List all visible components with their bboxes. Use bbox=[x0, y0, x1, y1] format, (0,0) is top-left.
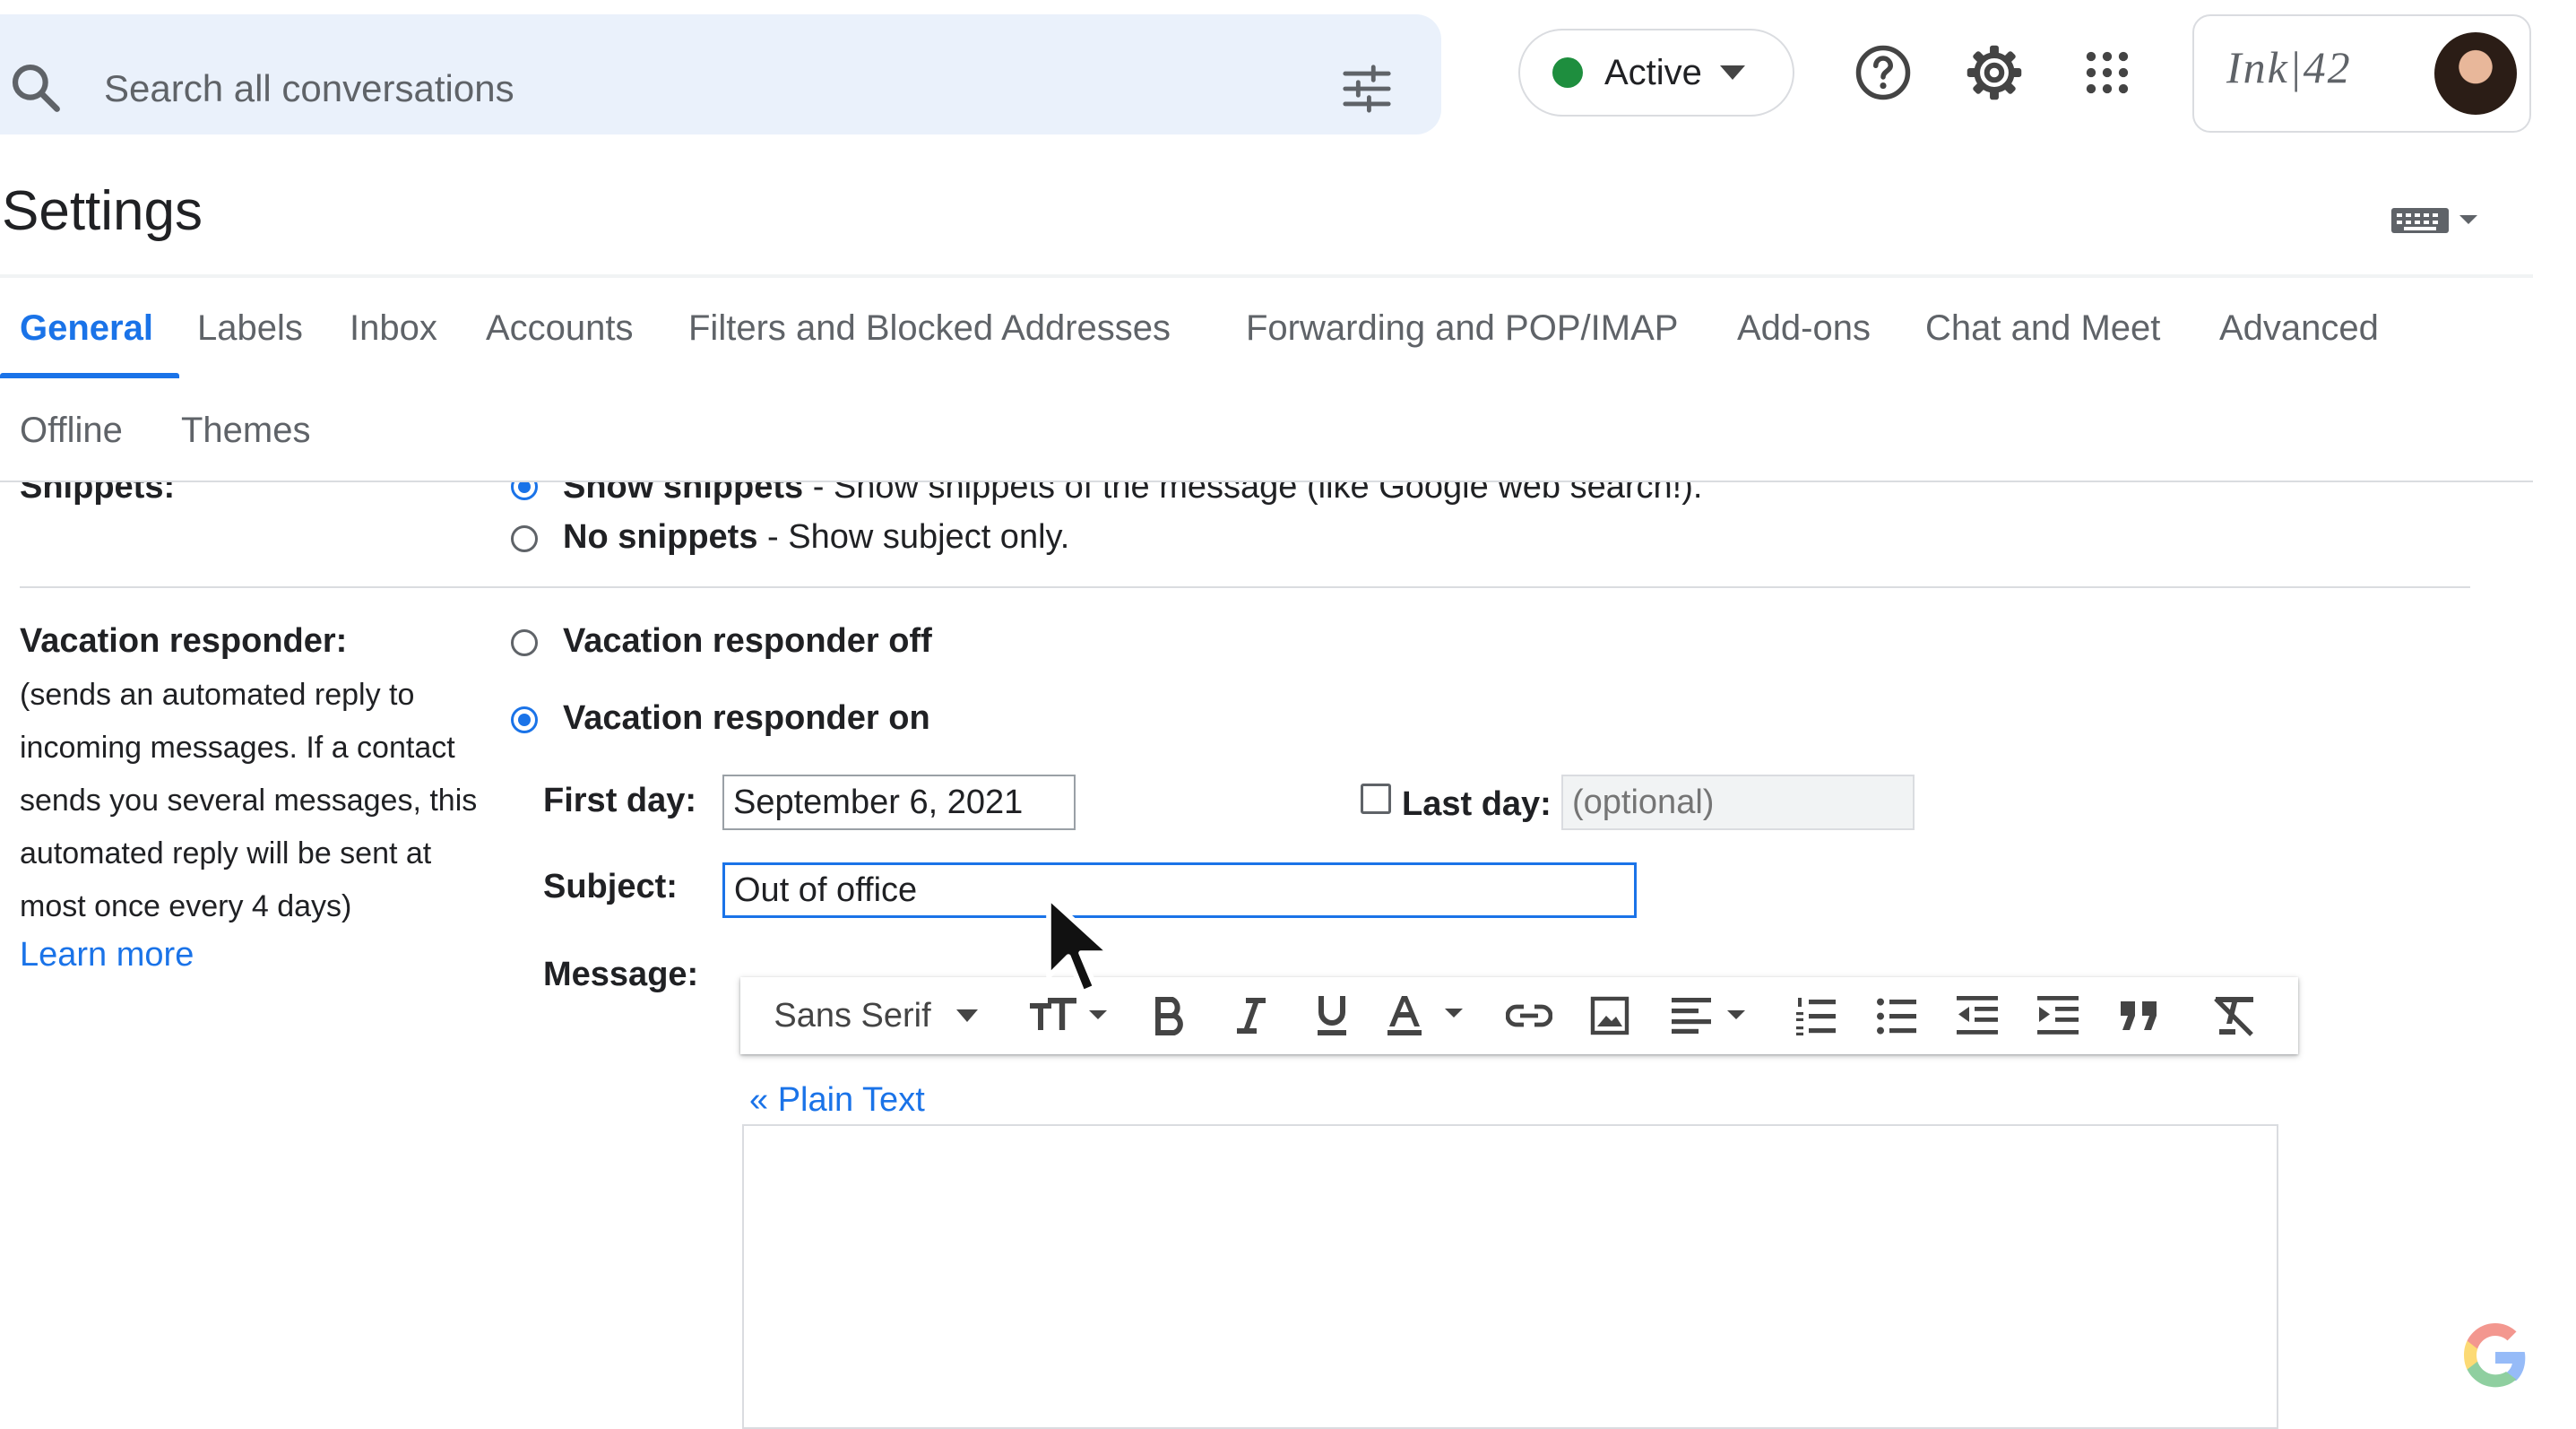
indent-more-icon[interactable] bbox=[2022, 977, 2094, 1054]
last-day-label: Last day: bbox=[1402, 785, 1552, 823]
section-divider bbox=[20, 586, 2470, 588]
vacation-description-line: (sends an automated reply to bbox=[20, 678, 415, 712]
message-body-editor[interactable] bbox=[742, 1124, 2278, 1429]
radio-no-snippets[interactable] bbox=[511, 525, 538, 552]
message-label: Message: bbox=[543, 956, 699, 993]
tab-themes[interactable]: Themes bbox=[181, 411, 311, 451]
option-no-snippets[interactable]: No snippets - Show subject only. bbox=[563, 518, 1069, 557]
vacation-description: (sends an automated reply to incoming me… bbox=[20, 669, 477, 933]
font-select-label: Sans Serif bbox=[774, 996, 931, 1035]
chevron-down-icon bbox=[955, 1009, 978, 1022]
gear-icon[interactable] bbox=[1965, 43, 2024, 102]
status-dot bbox=[1552, 57, 1583, 88]
keyboard-icon[interactable] bbox=[2391, 204, 2481, 235]
image-icon[interactable] bbox=[1574, 977, 1646, 1054]
active-tab-indicator bbox=[0, 373, 179, 378]
text-color-icon[interactable] bbox=[1379, 977, 1477, 1054]
status-label: Active bbox=[1604, 52, 1702, 92]
learn-more-link[interactable]: Learn more bbox=[20, 936, 194, 974]
vacation-description-line: automated reply will be sent at bbox=[20, 836, 432, 870]
status-chip[interactable]: Active bbox=[1518, 29, 1794, 117]
link-icon[interactable] bbox=[1493, 977, 1565, 1054]
tab-advanced[interactable]: Advanced bbox=[2219, 308, 2379, 349]
page-title: Settings bbox=[2, 180, 203, 242]
last-day-field[interactable] bbox=[1561, 775, 1915, 830]
tab-offline[interactable]: Offline bbox=[20, 411, 123, 451]
tab-forwarding[interactable]: Forwarding and POP/IMAP bbox=[1246, 308, 1678, 349]
last-day-checkbox[interactable] bbox=[1361, 784, 1391, 814]
option-show-snippets-desc: - Show snippets of the message (like Goo… bbox=[803, 482, 1703, 506]
vacation-description-line: most once every 4 days) bbox=[20, 889, 352, 923]
bold-icon[interactable] bbox=[1135, 977, 1206, 1054]
indent-less-icon[interactable] bbox=[1941, 977, 2013, 1054]
account-switcher[interactable]: Ink|42 bbox=[2192, 14, 2531, 133]
chevron-down-icon bbox=[1719, 65, 1745, 80]
search-bar bbox=[0, 14, 1441, 134]
editor-toolbar: Sans Serif bbox=[740, 977, 2298, 1054]
tab-add-ons[interactable]: Add-ons bbox=[1737, 308, 1871, 349]
search-input[interactable] bbox=[102, 61, 1271, 117]
option-vacation-off[interactable]: Vacation responder off bbox=[563, 622, 932, 661]
help-icon[interactable] bbox=[1854, 43, 1913, 102]
option-show-snippets-bold: Show snippets bbox=[563, 482, 804, 506]
option-vacation-on[interactable]: Vacation responder on bbox=[563, 699, 930, 738]
header-divider bbox=[0, 274, 2533, 278]
subject-field[interactable] bbox=[722, 862, 1637, 918]
tab-filters[interactable]: Filters and Blocked Addresses bbox=[688, 308, 1171, 349]
tab-labels[interactable]: Labels bbox=[197, 308, 303, 349]
first-day-label: First day: bbox=[543, 782, 697, 819]
align-icon[interactable] bbox=[1664, 977, 1762, 1054]
italic-icon[interactable] bbox=[1215, 977, 1287, 1054]
vacation-description-line: incoming messages. If a contact bbox=[20, 731, 455, 765]
remove-formatting-icon[interactable] bbox=[2194, 977, 2275, 1054]
bulleted-list-icon[interactable] bbox=[1861, 977, 1932, 1054]
option-show-snippets[interactable]: Show snippets - Show snippets of the mes… bbox=[563, 482, 1702, 507]
radio-show-snippets[interactable] bbox=[511, 482, 538, 500]
google-logo-icon bbox=[2459, 1321, 2531, 1393]
search-icon[interactable] bbox=[7, 59, 63, 115]
tab-chat-and-meet[interactable]: Chat and Meet bbox=[1925, 308, 2160, 349]
radio-vacation-off[interactable] bbox=[511, 629, 538, 656]
vacation-responder-label: Vacation responder: bbox=[20, 622, 348, 660]
vacation-description-line: sends you several messages, this bbox=[20, 784, 478, 818]
radio-vacation-on[interactable] bbox=[511, 706, 538, 733]
font-select[interactable]: Sans Serif bbox=[755, 977, 997, 1054]
avatar[interactable] bbox=[2434, 32, 2517, 115]
first-day-field[interactable] bbox=[722, 775, 1076, 830]
underline-icon[interactable] bbox=[1296, 977, 1368, 1054]
numbered-list-icon[interactable] bbox=[1780, 977, 1852, 1054]
plain-text-link[interactable]: « Plain Text bbox=[749, 1081, 925, 1120]
option-no-snippets-bold: No snippets bbox=[563, 518, 758, 556]
snippets-label: Snippets: bbox=[20, 482, 176, 506]
tab-general[interactable]: General bbox=[20, 308, 153, 349]
brand-logo: Ink|42 bbox=[2226, 42, 2352, 92]
subject-label: Subject: bbox=[543, 868, 678, 905]
mouse-cursor-icon bbox=[1045, 893, 1120, 1002]
quote-icon[interactable] bbox=[2103, 977, 2174, 1054]
tab-inbox[interactable]: Inbox bbox=[350, 308, 437, 349]
tab-accounts[interactable]: Accounts bbox=[486, 308, 634, 349]
search-options-icon[interactable] bbox=[1341, 65, 1393, 113]
option-no-snippets-desc: - Show subject only. bbox=[757, 518, 1070, 556]
apps-grid-icon[interactable] bbox=[2083, 48, 2131, 97]
